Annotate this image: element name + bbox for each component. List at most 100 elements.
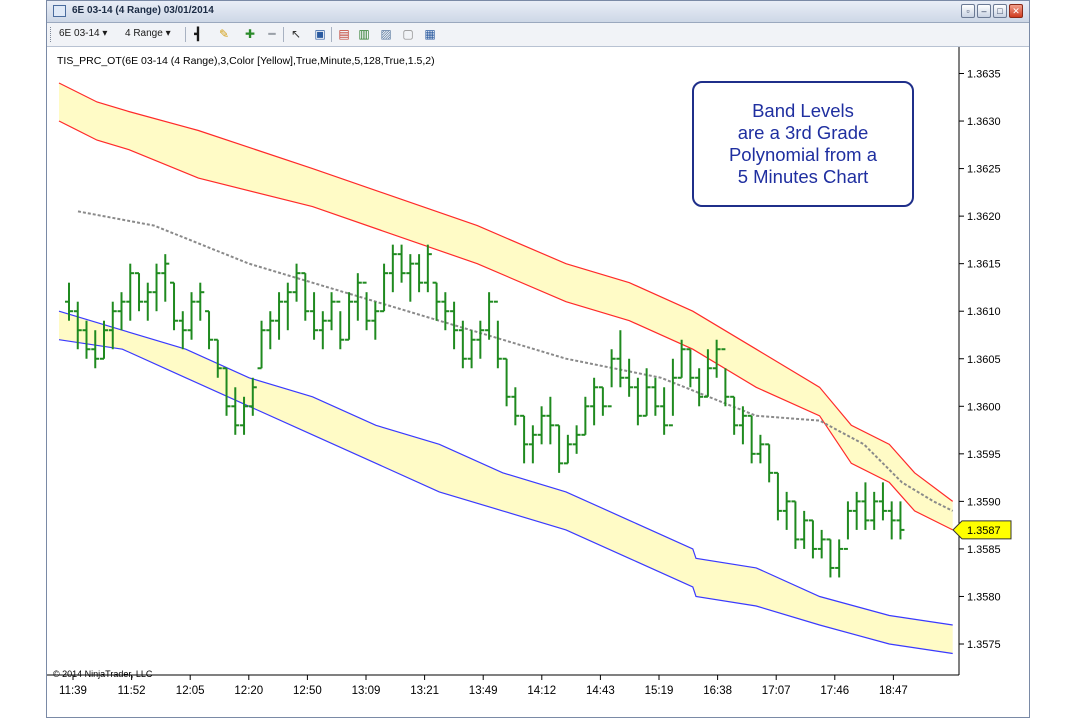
x-tick-label: 14:43 (586, 685, 615, 697)
price-bar (870, 491, 879, 530)
price-bar (773, 471, 782, 521)
y-tick-label: 1.3615 (967, 259, 1001, 271)
indicator-label: TIS_PRC_OT(6E 03-14 (4 Range),3,Color [Y… (57, 55, 435, 67)
price-bar (318, 311, 327, 350)
minimize-icon[interactable]: – (977, 4, 991, 18)
x-tick-label: 17:07 (762, 685, 791, 697)
x-tick-label: 11:39 (59, 685, 87, 697)
price-bar (143, 282, 152, 321)
zoom-out-icon[interactable]: ━ (265, 27, 279, 41)
annotation-note[interactable]: Band Levels are a 3rd Grade Polynomial f… (692, 81, 914, 207)
price-bar (572, 425, 581, 454)
price-bar (432, 281, 441, 321)
price-bar (633, 377, 642, 426)
properties-icon[interactable]: ▦ (423, 27, 437, 41)
price-bar (336, 300, 345, 350)
price-bar (651, 377, 660, 416)
price-bar (441, 292, 450, 331)
price-bar (310, 292, 319, 340)
price-bar (878, 482, 887, 521)
price-bar (170, 281, 179, 331)
price-bar (502, 357, 511, 407)
y-tick-label: 1.3585 (967, 544, 1001, 556)
chart-plot-area[interactable]: 1.3635 1.3630 1.3625 1.3620 1.3615 1.3610 1.36… (47, 47, 1031, 719)
instrument-selector[interactable]: 6E 03-14 ▾ (59, 28, 107, 39)
x-tick-label: 17:46 (820, 685, 849, 697)
x-tick-label: 13:09 (352, 685, 381, 697)
last-price-label: 1.3587 (967, 525, 1001, 537)
price-bar (660, 387, 669, 435)
close-icon[interactable]: ✕ (1009, 4, 1023, 18)
price-bar (730, 395, 739, 435)
y-tick-label: 1.3600 (967, 401, 1001, 413)
cursor-icon[interactable]: ↖ (289, 27, 303, 41)
price-bar (117, 292, 126, 331)
price-bar (528, 425, 537, 464)
price-bar (835, 539, 844, 578)
note-line-2: are a 3rd Grade (737, 122, 869, 143)
price-bar (415, 254, 424, 293)
period-selector[interactable]: 4 Range ▾ (125, 28, 171, 39)
chart-app-icon (53, 5, 66, 17)
restore-icon[interactable]: ▫ (961, 4, 975, 18)
chart-properties-icon[interactable]: ▨ (379, 27, 393, 41)
price-bar (808, 519, 817, 559)
note-line-1: Band Levels (752, 100, 854, 121)
page-icon[interactable]: ▢ (401, 27, 415, 41)
price-bar (668, 358, 677, 427)
price-bar (546, 396, 555, 445)
price-bar (388, 244, 397, 293)
indicators-icon[interactable]: ▤ (337, 27, 351, 41)
pencil-icon[interactable]: ✎ (217, 27, 231, 41)
y-tick-label: 1.3590 (967, 496, 1001, 508)
y-tick-label: 1.3625 (967, 164, 1001, 176)
price-bar (406, 254, 415, 302)
price-bar (800, 510, 809, 549)
x-tick-label: 15:19 (645, 685, 674, 697)
price-bar (616, 330, 625, 388)
price-bar (756, 434, 765, 464)
price-bar (520, 414, 529, 464)
price-bar (765, 443, 774, 483)
x-tick-label: 16:38 (703, 685, 732, 697)
x-tick-label: 12:20 (234, 685, 263, 697)
chart-window: 6E 03-14 (4 Range) 03/01/2014 ▫ – □ ✕ 6E… (46, 0, 1030, 718)
y-tick-label: 1.3630 (967, 116, 1001, 128)
price-bar (161, 254, 170, 302)
price-bar (581, 396, 590, 436)
toolbar-separator (331, 27, 332, 42)
price-bar (275, 292, 284, 340)
toolbar-grip[interactable] (50, 27, 53, 42)
price-bar (511, 387, 520, 426)
x-tick-label: 12:50 (293, 685, 322, 697)
price-bar (371, 301, 380, 340)
price-bar (423, 244, 432, 293)
price-bar (266, 311, 275, 350)
price-bar (126, 263, 135, 321)
maximize-icon[interactable]: □ (993, 4, 1007, 18)
price-bar (555, 424, 564, 473)
title-bar[interactable]: 6E 03-14 (4 Range) 03/01/2014 ▫ – □ ✕ (47, 1, 1029, 23)
x-tick-label: 13:21 (410, 685, 439, 697)
bar-style-icon[interactable]: ┫ (191, 27, 205, 41)
price-bar (485, 292, 494, 340)
zoom-in-icon[interactable]: ✚ (243, 27, 257, 41)
strategies-icon[interactable]: ▥ (357, 27, 371, 41)
price-bar (817, 529, 826, 559)
window-title: 6E 03-14 (4 Range) 03/01/2014 (72, 5, 214, 16)
price-bar (852, 491, 861, 530)
price-bar (896, 501, 905, 540)
data-box-icon[interactable]: ▣ (313, 27, 327, 41)
price-bar (135, 272, 144, 312)
price-bar (196, 282, 205, 321)
x-tick-label: 13:49 (469, 685, 498, 697)
price-bar (598, 386, 607, 416)
price-bar (826, 538, 835, 578)
y-tick-label: 1.3610 (967, 306, 1001, 318)
price-bar (283, 282, 292, 331)
price-bar (397, 244, 406, 283)
price-bar (861, 482, 870, 530)
price-bar (476, 320, 485, 359)
price-bar (187, 292, 196, 340)
price-bar (257, 320, 266, 370)
